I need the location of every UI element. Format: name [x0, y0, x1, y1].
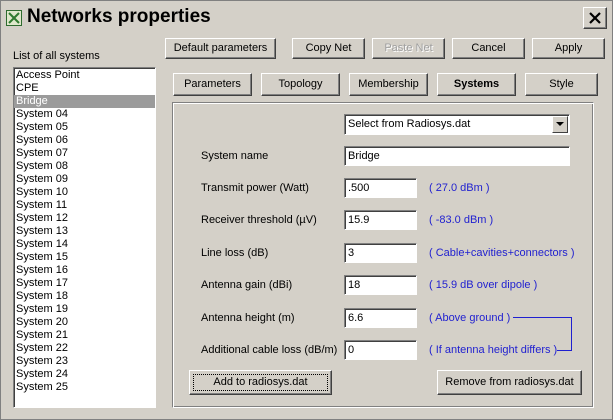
- window-title: Networks properties: [27, 6, 211, 27]
- systems-list-label: List of all systems: [13, 50, 100, 62]
- list-item[interactable]: System 15: [14, 251, 155, 264]
- receiver-threshold-label: Receiver threshold (µV): [201, 214, 317, 226]
- line-loss-input[interactable]: 3: [344, 243, 417, 263]
- list-item[interactable]: System 24: [14, 368, 155, 381]
- tab-membership[interactable]: Membership: [349, 73, 428, 96]
- list-item[interactable]: System 18: [14, 290, 155, 303]
- default-parameters-button[interactable]: Default parameters: [165, 38, 276, 59]
- list-item[interactable]: System 21: [14, 329, 155, 342]
- tab-systems[interactable]: Systems: [437, 73, 516, 96]
- system-name-label: System name: [201, 150, 269, 162]
- list-item[interactable]: System 22: [14, 342, 155, 355]
- list-item[interactable]: Bridge: [14, 95, 155, 108]
- list-item[interactable]: System 14: [14, 238, 155, 251]
- systems-listbox[interactable]: Access Point CPE Bridge System 04 System 05 S…: [13, 67, 156, 408]
- receiver-threshold-input[interactable]: 15.9: [344, 210, 417, 230]
- additional-cable-loss-label: Additional cable loss (dB/m): [201, 344, 338, 356]
- dropdown-button[interactable]: [552, 116, 568, 133]
- antenna-height-label: Antenna height (m): [201, 312, 295, 324]
- transmit-power-input[interactable]: .500: [344, 178, 417, 198]
- list-item[interactable]: System 13: [14, 225, 155, 238]
- additional-cable-loss-input[interactable]: 0: [344, 340, 417, 360]
- antenna-height-hint: ( Above ground ): [429, 312, 511, 324]
- copy-net-button[interactable]: Copy Net: [292, 38, 365, 59]
- list-item[interactable]: System 17: [14, 277, 155, 290]
- title-bar[interactable]: Networks properties: [1, 1, 612, 35]
- list-item[interactable]: System 07: [14, 147, 155, 160]
- receiver-threshold-hint: ( -83.0 dBm ): [429, 214, 494, 226]
- list-item[interactable]: System 06: [14, 134, 155, 147]
- antenna-height-input[interactable]: 6.6: [344, 308, 417, 328]
- networks-properties-window: Networks properties List of all systems …: [0, 0, 613, 420]
- list-item[interactable]: System 25: [14, 381, 155, 394]
- list-item[interactable]: System 12: [14, 212, 155, 225]
- radiosys-select[interactable]: Select from Radiosys.dat: [344, 114, 570, 135]
- cancel-button[interactable]: Cancel: [452, 38, 525, 59]
- list-item[interactable]: System 10: [14, 186, 155, 199]
- list-item[interactable]: System 19: [14, 303, 155, 316]
- remove-from-radiosys-button[interactable]: Remove from radiosys.dat: [437, 370, 582, 395]
- antenna-gain-hint: ( 15.9 dB over dipole ): [429, 279, 538, 291]
- list-item[interactable]: CPE: [14, 82, 155, 95]
- focus-rectangle: [193, 374, 328, 391]
- antenna-gain-label: Antenna gain (dBi): [201, 279, 293, 291]
- list-item[interactable]: Access Point: [14, 69, 155, 82]
- app-icon: [6, 10, 22, 26]
- close-button[interactable]: [583, 7, 607, 29]
- radiosys-select-value: Select from Radiosys.dat: [348, 118, 471, 130]
- list-item[interactable]: System 08: [14, 160, 155, 173]
- line-loss-label: Line loss (dB): [201, 247, 269, 259]
- list-item[interactable]: System 09: [14, 173, 155, 186]
- close-icon: [589, 12, 601, 24]
- list-item[interactable]: System 05: [14, 121, 155, 134]
- list-item[interactable]: System 04: [14, 108, 155, 121]
- list-item[interactable]: System 16: [14, 264, 155, 277]
- hint-bracket: [513, 317, 572, 351]
- paste-net-button[interactable]: Paste Net: [372, 38, 445, 59]
- tab-parameters[interactable]: Parameters: [173, 73, 252, 96]
- list-item[interactable]: System 11: [14, 199, 155, 212]
- system-name-input[interactable]: Bridge: [344, 146, 570, 166]
- add-to-radiosys-button[interactable]: Add to radiosys.dat: [189, 370, 332, 395]
- line-loss-hint: ( Cable+cavities+connectors ): [429, 247, 575, 259]
- tab-style[interactable]: Style: [525, 73, 598, 96]
- antenna-gain-input[interactable]: 18: [344, 275, 417, 295]
- transmit-power-hint: ( 27.0 dBm ): [429, 182, 490, 194]
- chevron-down-icon: [556, 122, 564, 126]
- apply-button[interactable]: Apply: [532, 38, 605, 59]
- list-item[interactable]: System 23: [14, 355, 155, 368]
- tab-topology[interactable]: Topology: [261, 73, 340, 96]
- transmit-power-label: Transmit power (Watt): [201, 182, 309, 194]
- list-item[interactable]: System 20: [14, 316, 155, 329]
